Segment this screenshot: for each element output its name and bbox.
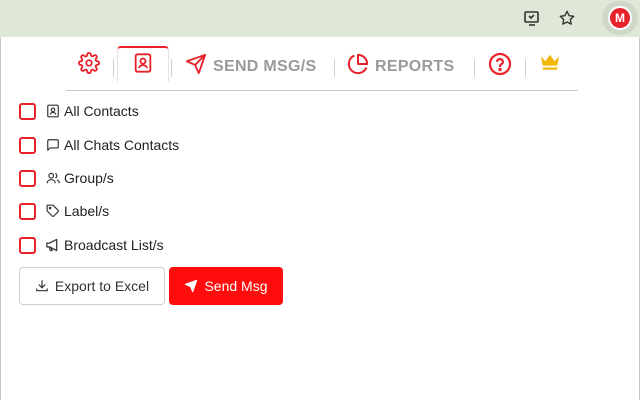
checkbox[interactable]	[19, 202, 36, 220]
gear-icon	[78, 52, 100, 79]
nav-reports-label: REPORTS	[375, 57, 455, 75]
nav-separator	[171, 59, 172, 77]
checkbox[interactable]	[19, 169, 36, 187]
contact-book-icon	[132, 52, 154, 79]
option-broadcast-lists[interactable]: Broadcast List/s	[19, 233, 164, 257]
paper-plane-icon	[184, 279, 198, 293]
option-label: Label/s	[64, 203, 110, 219]
profile-badge: M	[608, 6, 632, 30]
nav-settings[interactable]	[78, 52, 100, 79]
top-nav: SEND MSG/S REPORTS	[1, 37, 640, 91]
nav-send-msgs[interactable]: SEND MSG/S	[185, 53, 316, 80]
nav-help[interactable]	[488, 52, 512, 81]
question-circle-icon	[488, 52, 512, 81]
download-icon	[35, 279, 49, 293]
tag-icon	[45, 203, 61, 219]
contact-card-icon	[45, 103, 61, 119]
nav-separator	[474, 59, 475, 77]
nav-premium[interactable]	[539, 52, 561, 77]
nav-reports[interactable]: REPORTS	[347, 53, 454, 80]
checkbox[interactable]	[19, 136, 36, 154]
nav-divider	[66, 90, 578, 91]
option-label: All Contacts	[64, 103, 139, 119]
send-msg-button[interactable]: Send Msg	[169, 267, 283, 305]
export-label: Export to Excel	[54, 278, 150, 294]
star-bookmark-icon[interactable]	[556, 7, 578, 29]
extension-popup: SEND MSG/S REPORTS All Contacts All Chat…	[0, 37, 640, 400]
crown-icon	[539, 52, 561, 77]
nav-send-label: SEND MSG/S	[213, 57, 317, 75]
checkbox[interactable]	[19, 236, 36, 254]
send-label: Send Msg	[204, 278, 268, 294]
paper-plane-icon	[185, 53, 207, 80]
users-icon	[45, 170, 61, 186]
option-label: Broadcast List/s	[64, 237, 164, 253]
option-label: All Chats Contacts	[64, 137, 180, 153]
chat-bubble-icon	[45, 137, 61, 153]
option-all-contacts[interactable]: All Contacts	[19, 99, 139, 123]
nav-contacts[interactable]	[117, 46, 169, 82]
export-to-excel-button[interactable]: Export to Excel	[19, 267, 165, 305]
option-groups[interactable]: Group/s	[19, 166, 114, 190]
option-all-chats-contacts[interactable]: All Chats Contacts	[19, 133, 179, 157]
pie-chart-icon	[347, 53, 369, 80]
checkbox[interactable]	[19, 102, 36, 120]
browser-toolbar: M	[0, 0, 640, 37]
cast-install-icon[interactable]	[521, 7, 543, 29]
option-label: Group/s	[64, 170, 114, 186]
profile-letter: M	[610, 8, 630, 28]
megaphone-icon	[45, 237, 61, 253]
nav-separator	[525, 59, 526, 77]
nav-separator	[334, 59, 335, 77]
option-labels[interactable]: Label/s	[19, 199, 109, 223]
extension-profile-button[interactable]: M	[602, 1, 638, 35]
nav-separator	[113, 59, 114, 77]
